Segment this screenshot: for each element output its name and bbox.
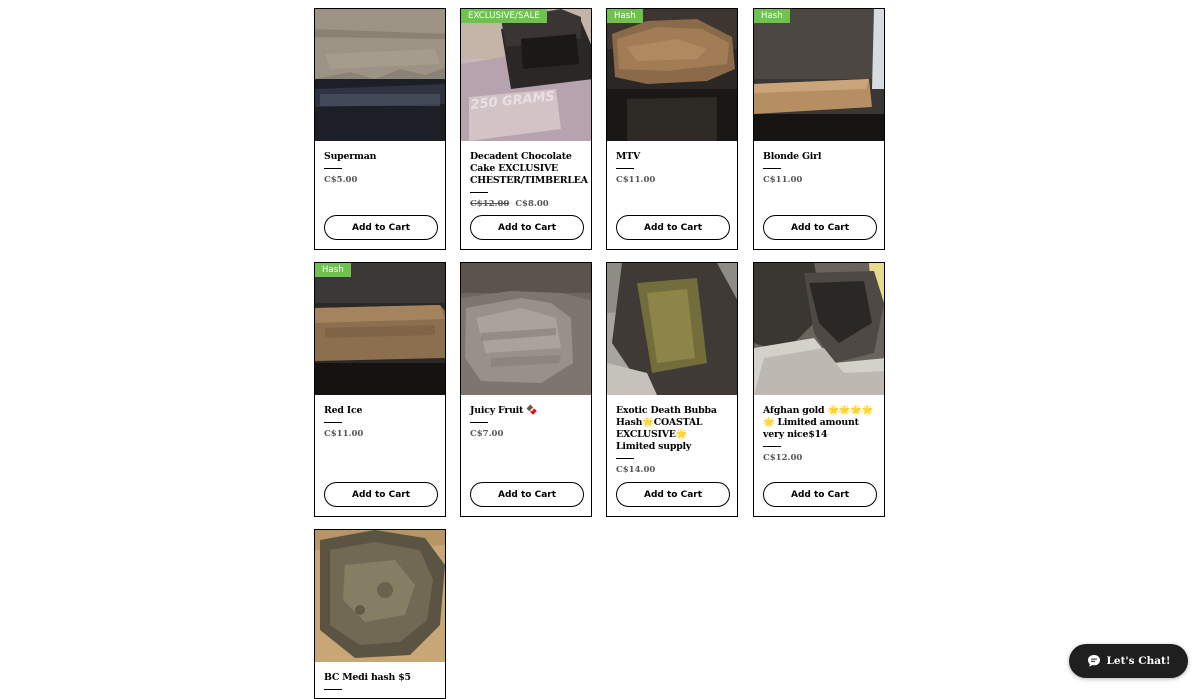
product-ribbon: Hash (607, 9, 643, 23)
superman-hash-photo (315, 9, 445, 141)
add-to-cart-button[interactable]: Add to Cart (470, 482, 584, 507)
divider (470, 422, 488, 423)
product-name[interactable]: Red Ice (324, 405, 437, 417)
lets-chat-button[interactable]: Let's Chat! (1069, 644, 1188, 678)
price-current: C$11.00 (616, 175, 656, 185)
product-image[interactable] (754, 263, 884, 395)
product-info: Juicy Fruit 🍫 C$7.00 (470, 405, 583, 439)
chat-label: Let's Chat! (1106, 655, 1171, 667)
mtv-hash-photo (607, 9, 737, 141)
add-to-cart-button[interactable]: Add to Cart (324, 482, 438, 507)
price-current: C$11.00 (763, 175, 803, 185)
product-card[interactable]: Hash MTV C$11.00 Add to Cart (606, 8, 738, 250)
juicy-fruit-hash-photo (461, 263, 591, 395)
product-name[interactable]: Blonde Girl (763, 151, 876, 163)
product-price: C$11.00 (324, 429, 437, 439)
price-current: C$14.00 (616, 465, 656, 475)
divider (616, 168, 634, 169)
product-ribbon: Hash (754, 9, 790, 23)
price-current: C$11.00 (324, 429, 364, 439)
add-to-cart-button[interactable]: Add to Cart (470, 215, 584, 240)
product-info: Red Ice C$11.00 (324, 405, 437, 439)
red-ice-hash-photo (315, 263, 445, 395)
price-current: C$5.00 (324, 175, 358, 185)
blonde-girl-hash-photo (754, 9, 884, 141)
price-current: C$8.00 (515, 199, 549, 209)
divider (324, 689, 342, 690)
product-card[interactable]: Juicy Fruit 🍫 C$7.00 Add to Cart (460, 262, 592, 517)
product-info: Exotic Death Bubba Hash🌟COASTAL EXCLUSIV… (616, 405, 729, 475)
divider (616, 458, 634, 459)
product-price: C$7.00 (470, 429, 583, 439)
product-price: C$11.00 (763, 175, 876, 185)
divider (324, 168, 342, 169)
afghan-gold-hash-photo (754, 263, 884, 395)
add-to-cart-button[interactable]: Add to Cart (763, 482, 877, 507)
product-card[interactable]: Afghan gold 🌟🌟🌟🌟🌟 Limited amount very ni… (753, 262, 885, 517)
divider (763, 168, 781, 169)
price-original: C$12.00 (470, 199, 510, 209)
bc-medi-hash-photo (315, 530, 445, 662)
product-image[interactable] (607, 9, 737, 141)
product-info: Blonde Girl C$11.00 (763, 151, 876, 185)
product-ribbon: EXCLUSIVE/SALE (461, 9, 547, 23)
product-info: Superman C$5.00 (324, 151, 437, 185)
product-image[interactable] (607, 263, 737, 395)
product-gallery: Superman C$5.00 Add to Cart 250 GRAMS EX… (0, 0, 1200, 699)
product-card[interactable]: Hash Red Ice C$11.00 Add to Cart (314, 262, 446, 517)
divider (470, 192, 488, 193)
product-card[interactable]: Hash Blonde Girl C$11.00 Add to Cart (753, 8, 885, 250)
product-info: BC Medi hash $5 (324, 672, 437, 690)
product-name[interactable]: Afghan gold 🌟🌟🌟🌟🌟 Limited amount very ni… (763, 405, 876, 441)
product-price: C$5.00 (324, 175, 437, 185)
product-price: C$14.00 (616, 465, 729, 475)
product-image[interactable] (315, 530, 445, 662)
product-card[interactable]: 250 GRAMS EXCLUSIVE/SALE Decadent Chocol… (460, 8, 592, 250)
product-price: C$12.00 C$8.00 (470, 199, 583, 209)
add-to-cart-button[interactable]: Add to Cart (324, 215, 438, 240)
product-card[interactable]: Superman C$5.00 Add to Cart (314, 8, 446, 250)
price-current: C$7.00 (470, 429, 504, 439)
add-to-cart-button[interactable]: Add to Cart (616, 215, 730, 240)
product-price: C$12.00 (763, 453, 876, 463)
product-ribbon: Hash (315, 263, 351, 277)
exotic-death-bubba-hash-photo (607, 263, 737, 395)
product-name[interactable]: Exotic Death Bubba Hash🌟COASTAL EXCLUSIV… (616, 405, 729, 453)
chat-bubble-icon (1087, 655, 1100, 667)
divider (324, 422, 342, 423)
product-name[interactable]: MTV (616, 151, 729, 163)
product-name[interactable]: Superman (324, 151, 437, 163)
product-image[interactable] (754, 9, 884, 141)
product-image[interactable] (315, 9, 445, 141)
product-card[interactable]: Exotic Death Bubba Hash🌟COASTAL EXCLUSIV… (606, 262, 738, 517)
product-price: C$11.00 (616, 175, 729, 185)
product-card[interactable]: BC Medi hash $5 (314, 529, 446, 699)
divider (763, 446, 781, 447)
add-to-cart-button[interactable]: Add to Cart (616, 482, 730, 507)
product-image[interactable] (315, 263, 445, 395)
add-to-cart-button[interactable]: Add to Cart (763, 215, 877, 240)
price-current: C$12.00 (763, 453, 803, 463)
product-name[interactable]: Juicy Fruit 🍫 (470, 405, 583, 417)
product-info: Decadent Chocolate Cake EXCLUSIVE CHESTE… (470, 151, 588, 209)
product-info: MTV C$11.00 (616, 151, 729, 185)
product-image[interactable] (461, 263, 591, 395)
product-info: Afghan gold 🌟🌟🌟🌟🌟 Limited amount very ni… (763, 405, 876, 463)
product-image[interactable]: 250 GRAMS (461, 9, 591, 141)
product-name[interactable]: Decadent Chocolate Cake EXCLUSIVE CHESTE… (470, 151, 588, 187)
chocolate-cake-hash-photo: 250 GRAMS (461, 9, 591, 141)
product-name[interactable]: BC Medi hash $5 (324, 672, 437, 684)
